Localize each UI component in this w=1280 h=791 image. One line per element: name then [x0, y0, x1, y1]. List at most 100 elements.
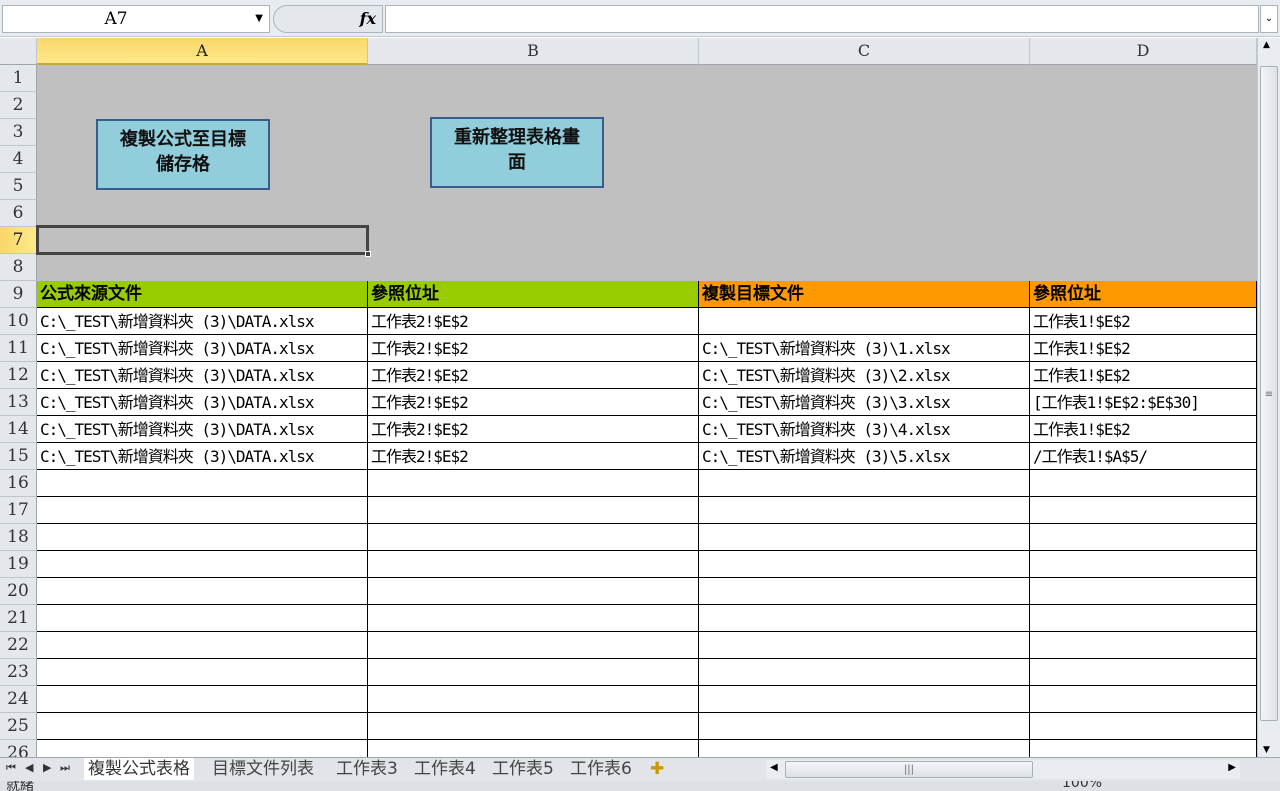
row-header-8[interactable]: 8 — [0, 254, 37, 281]
fill-handle[interactable] — [365, 251, 371, 257]
cell-b14[interactable]: 工作表2!$E$2 — [368, 416, 699, 443]
row-header-13[interactable]: 13 — [0, 389, 37, 416]
first-sheet-icon[interactable]: ⏮ — [6, 761, 16, 775]
cell-b18[interactable] — [368, 524, 699, 551]
cell-c24[interactable] — [699, 686, 1030, 713]
sheet-tab-5[interactable]: 工作表6 — [566, 758, 636, 780]
row-header-24[interactable]: 24 — [0, 686, 37, 713]
cell-b19[interactable] — [368, 551, 699, 578]
cell-a11[interactable]: C:\_TEST\新增資料夾 (3)\DATA.xlsx — [37, 335, 368, 362]
name-box[interactable]: A7 ▼ — [2, 5, 270, 33]
vertical-scroll-thumb[interactable]: ≡ — [1260, 66, 1278, 721]
cell-c25[interactable] — [699, 713, 1030, 740]
cell-b20[interactable] — [368, 578, 699, 605]
cell-b23[interactable] — [368, 659, 699, 686]
dropdown-icon[interactable]: ▼ — [255, 6, 263, 32]
row-header-5[interactable]: 5 — [0, 173, 37, 200]
cell-a15[interactable]: C:\_TEST\新增資料夾 (3)\DATA.xlsx — [37, 443, 368, 470]
row-header-16[interactable]: 16 — [0, 470, 37, 497]
zoom-level[interactable]: 100% — [1062, 781, 1102, 791]
sheet-tab-4[interactable]: 工作表5 — [488, 758, 558, 780]
cell-b16[interactable] — [368, 470, 699, 497]
refresh-table-button[interactable]: 重新整理表格畫 面 — [430, 117, 604, 188]
cell-d12[interactable]: 工作表1!$E$2 — [1030, 362, 1257, 389]
cell-b15[interactable]: 工作表2!$E$2 — [368, 443, 699, 470]
cell-d15[interactable]: /工作表1!$A$5/ — [1030, 443, 1257, 470]
cell-a23[interactable] — [37, 659, 368, 686]
cell-d13[interactable]: [工作表1!$E$2:$E$30] — [1030, 389, 1257, 416]
cell-c13[interactable]: C:\_TEST\新增資料夾 (3)\3.xlsx — [699, 389, 1030, 416]
last-sheet-icon[interactable]: ⏭ — [60, 761, 70, 775]
cell-a10[interactable]: C:\_TEST\新增資料夾 (3)\DATA.xlsx — [37, 308, 368, 335]
cell-c17[interactable] — [699, 497, 1030, 524]
header-cell-d[interactable]: 參照位址 — [1030, 281, 1257, 308]
column-header-c[interactable]: C — [699, 38, 1030, 65]
cell-b11[interactable]: 工作表2!$E$2 — [368, 335, 699, 362]
cell-d25[interactable] — [1030, 713, 1257, 740]
copy-formula-button[interactable]: 複製公式至目標 儲存格 — [96, 119, 270, 190]
cell-b24[interactable] — [368, 686, 699, 713]
row-header-12[interactable]: 12 — [0, 362, 37, 389]
prev-sheet-icon[interactable]: ◀ — [25, 761, 33, 774]
expand-formula-bar-button[interactable]: ⌄ — [1260, 5, 1278, 33]
cell-d22[interactable] — [1030, 632, 1257, 659]
row-header-22[interactable]: 22 — [0, 632, 37, 659]
row-header-14[interactable]: 14 — [0, 416, 37, 443]
cell-a25[interactable] — [37, 713, 368, 740]
header-cell-c[interactable]: 複製目標文件 — [699, 281, 1030, 308]
cell-b21[interactable] — [368, 605, 699, 632]
cell-b25[interactable] — [368, 713, 699, 740]
cell-d10[interactable]: 工作表1!$E$2 — [1030, 308, 1257, 335]
cell-a21[interactable] — [37, 605, 368, 632]
sheet-tab-0[interactable]: 複製公式表格 — [84, 758, 194, 780]
column-header-a[interactable]: A — [37, 38, 368, 65]
cell-c12[interactable]: C:\_TEST\新增資料夾 (3)\2.xlsx — [699, 362, 1030, 389]
horizontal-scrollbar[interactable]: ◀ ||| ▶ — [766, 760, 1240, 779]
horizontal-scroll-thumb[interactable]: ||| — [785, 761, 1033, 778]
cell-c15[interactable]: C:\_TEST\新增資料夾 (3)\5.xlsx — [699, 443, 1030, 470]
row-header-9[interactable]: 9 — [0, 281, 37, 308]
cell-c18[interactable] — [699, 524, 1030, 551]
row-header-18[interactable]: 18 — [0, 524, 37, 551]
insert-function-button[interactable]: fx — [273, 5, 383, 33]
scroll-left-icon[interactable]: ◀ — [770, 762, 778, 773]
cell-d16[interactable] — [1030, 470, 1257, 497]
cell-a12[interactable]: C:\_TEST\新增資料夾 (3)\DATA.xlsx — [37, 362, 368, 389]
cell-d23[interactable] — [1030, 659, 1257, 686]
cell-a13[interactable]: C:\_TEST\新增資料夾 (3)\DATA.xlsx — [37, 389, 368, 416]
cell-d21[interactable] — [1030, 605, 1257, 632]
cell-d24[interactable] — [1030, 686, 1257, 713]
row-header-17[interactable]: 17 — [0, 497, 37, 524]
row-header-21[interactable]: 21 — [0, 605, 37, 632]
cell-a18[interactable] — [37, 524, 368, 551]
cell-c21[interactable] — [699, 605, 1030, 632]
row-header-7[interactable]: 7 — [0, 227, 37, 254]
column-header-d[interactable]: D — [1030, 38, 1257, 65]
cell-b22[interactable] — [368, 632, 699, 659]
sheet-tab-2[interactable]: 工作表3 — [332, 758, 402, 780]
cell-c23[interactable] — [699, 659, 1030, 686]
scroll-up-icon[interactable]: ▲ — [1263, 40, 1270, 50]
cell-d18[interactable] — [1030, 524, 1257, 551]
sheet-tab-1[interactable]: 目標文件列表 — [208, 758, 318, 780]
cell-c22[interactable] — [699, 632, 1030, 659]
header-cell-b[interactable]: 參照位址 — [368, 281, 699, 308]
cell-c10[interactable] — [699, 308, 1030, 335]
row-header-25[interactable]: 25 — [0, 713, 37, 740]
cell-a14[interactable]: C:\_TEST\新增資料夾 (3)\DATA.xlsx — [37, 416, 368, 443]
cell-d19[interactable] — [1030, 551, 1257, 578]
cell-a17[interactable] — [37, 497, 368, 524]
cell-b13[interactable]: 工作表2!$E$2 — [368, 389, 699, 416]
cell-d11[interactable]: 工作表1!$E$2 — [1030, 335, 1257, 362]
column-header-b[interactable]: B — [368, 38, 699, 65]
insert-sheet-icon[interactable]: ✚ — [646, 758, 668, 780]
row-header-19[interactable]: 19 — [0, 551, 37, 578]
scroll-down-icon[interactable]: ▼ — [1263, 745, 1270, 755]
row-header-23[interactable]: 23 — [0, 659, 37, 686]
cell-c19[interactable] — [699, 551, 1030, 578]
vertical-scrollbar[interactable]: ▲ ≡ ▼ — [1257, 38, 1280, 757]
cell-a19[interactable] — [37, 551, 368, 578]
row-header-3[interactable]: 3 — [0, 119, 37, 146]
select-all-button[interactable] — [0, 38, 37, 65]
cell-d20[interactable] — [1030, 578, 1257, 605]
